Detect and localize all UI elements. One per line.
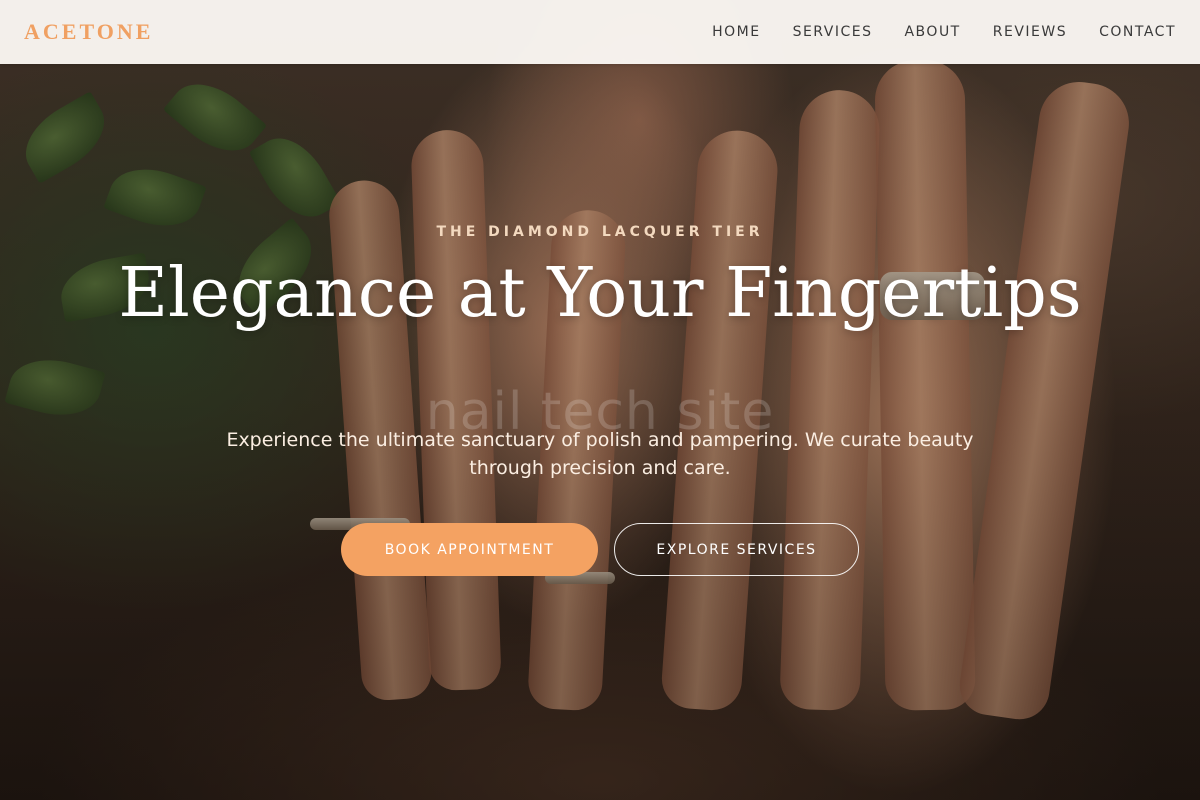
book-appointment-button[interactable]: BOOK APPOINTMENT [341, 523, 598, 576]
page: ACETONE HOME SERVICES ABOUT REVIEWS CONT… [0, 0, 1200, 800]
nav-link-contact[interactable]: CONTACT [1099, 24, 1176, 40]
nav-link-home[interactable]: HOME [712, 24, 760, 40]
hero-subtext: Experience the ultimate sanctuary of pol… [226, 429, 974, 479]
hero-section: THE DIAMOND LACQUER TIER nail tech site … [0, 0, 1200, 800]
top-navbar: ACETONE HOME SERVICES ABOUT REVIEWS CONT… [0, 0, 1200, 64]
hero-eyebrow: THE DIAMOND LACQUER TIER [436, 224, 764, 240]
brand-logo[interactable]: ACETONE [24, 19, 153, 45]
nav-links: HOME SERVICES ABOUT REVIEWS CONTACT [712, 24, 1176, 40]
hero-headline: Elegance at Your Fingertips [118, 254, 1082, 333]
nav-link-reviews[interactable]: REVIEWS [993, 24, 1067, 40]
nav-link-about[interactable]: ABOUT [904, 24, 960, 40]
nav-link-services[interactable]: SERVICES [793, 24, 873, 40]
explore-services-button[interactable]: EXPLORE SERVICES [614, 523, 859, 576]
